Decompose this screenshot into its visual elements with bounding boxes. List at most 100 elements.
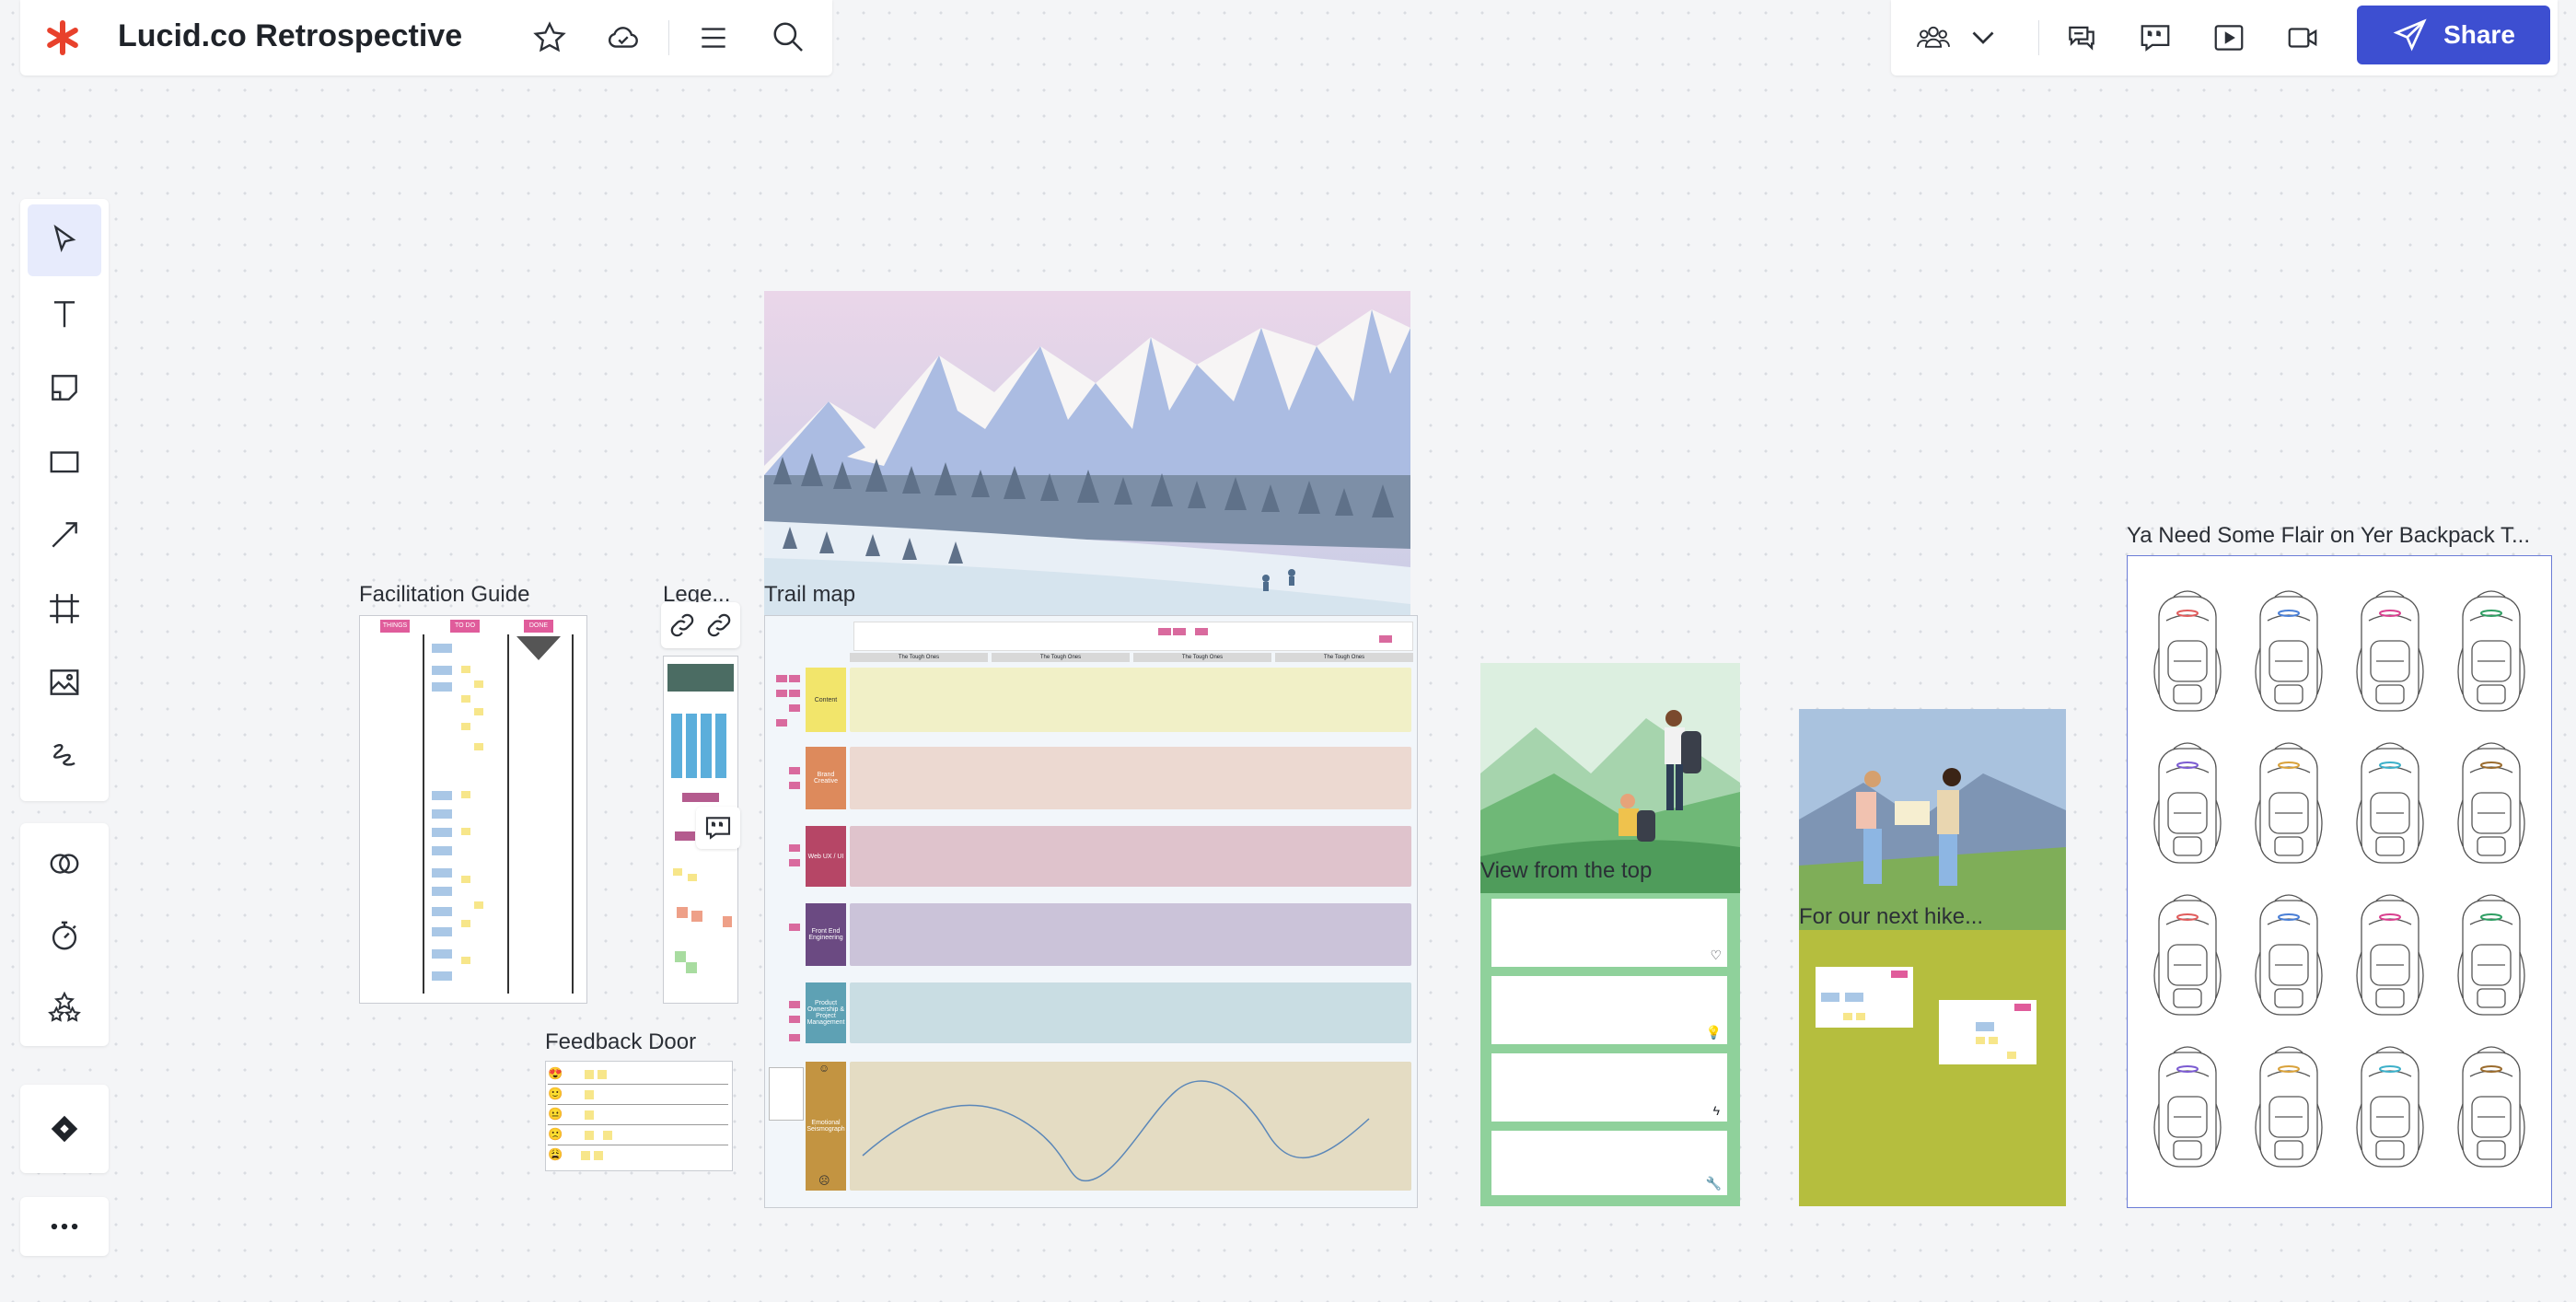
- menu-icon[interactable]: [692, 17, 735, 59]
- collaboration-tool[interactable]: [28, 829, 101, 899]
- column-header: The Tough Ones: [1275, 653, 1413, 662]
- cloud-saved-icon[interactable]: [602, 17, 644, 59]
- mountain-landscape-image[interactable]: [764, 291, 1410, 617]
- feedback-door-label[interactable]: Feedback Door: [545, 1029, 748, 1055]
- link-icon: [670, 613, 694, 637]
- side-stickies: [776, 675, 802, 1062]
- next-hike-frame[interactable]: For our next hike...: [1799, 709, 2066, 1206]
- backpack-icon[interactable]: [2247, 736, 2330, 877]
- timer-tool[interactable]: [28, 901, 101, 971]
- backpack-icon[interactable]: [2146, 1040, 2229, 1180]
- backpack-icon[interactable]: [2349, 584, 2431, 725]
- view-from-the-top-frame[interactable]: View from the top ♡ 💡 ϟ 🔧: [1480, 663, 1740, 1206]
- timer-icon: [52, 921, 77, 950]
- sticky-note-icon: [52, 375, 77, 401]
- column-headers: The Tough Ones The Tough Ones The Tough …: [850, 653, 1413, 662]
- emoji-neutral-icon: 😐: [548, 1107, 563, 1121]
- plan-card: [1816, 967, 1913, 1028]
- backpack-icon[interactable]: [2247, 584, 2330, 725]
- backpack-icon[interactable]: [2349, 1040, 2431, 1180]
- trail-map-frame[interactable]: The Tough Ones The Tough Ones The Tough …: [764, 615, 1418, 1208]
- feedback-row: 🙁: [548, 1126, 728, 1145]
- star-icon[interactable]: [528, 17, 571, 59]
- backpack-icon[interactable]: [2247, 888, 2330, 1029]
- backpack-icon[interactable]: [2247, 1040, 2330, 1180]
- next-hike-label[interactable]: For our next hike...: [1799, 904, 2066, 930]
- legend-grid: [671, 714, 730, 778]
- emoji-love-icon: 😍: [548, 1066, 563, 1080]
- backpack-icon[interactable]: [2450, 888, 2533, 1029]
- frame-tool[interactable]: [28, 573, 101, 645]
- feedback-door-frame[interactable]: 😍 🙂 😐 🙁 😩: [545, 1061, 733, 1171]
- column-divider: [507, 634, 509, 994]
- present-icon[interactable]: [2208, 17, 2250, 59]
- column-divider: [423, 634, 424, 994]
- quote-comment-icon: [705, 817, 731, 840]
- reactions-tool[interactable]: [28, 972, 101, 1042]
- task-stickies: [428, 644, 505, 994]
- flair-label[interactable]: Ya Need Some Flair on Yer Backpack T...: [2127, 523, 2550, 549]
- backpack-icon[interactable]: [2146, 888, 2229, 1029]
- sticky-note-tool[interactable]: [28, 352, 101, 424]
- wrench-icon: 🔧: [1705, 1176, 1722, 1191]
- backpack-grid: [2137, 584, 2542, 1192]
- done-arrow-icon: [516, 636, 561, 660]
- backpack-icon[interactable]: [2450, 1040, 2533, 1180]
- feedback-row: 😍: [548, 1065, 728, 1085]
- integrations-panel: [20, 1085, 109, 1173]
- comments-icon[interactable]: [2060, 17, 2103, 59]
- rectangle-tool[interactable]: [28, 425, 101, 497]
- backpack-icon[interactable]: [2146, 736, 2229, 877]
- more-panel: [20, 1197, 109, 1256]
- view-from-the-top-label[interactable]: View from the top: [1480, 858, 1740, 884]
- backpack-icon[interactable]: [2349, 888, 2431, 1029]
- column-header: The Tough Ones: [992, 653, 1130, 662]
- chevron-down-icon[interactable]: [1967, 20, 2000, 53]
- row-label-content: Content: [806, 668, 846, 732]
- backpack-icon[interactable]: [2146, 584, 2229, 725]
- card: ϟ: [1491, 1053, 1727, 1122]
- share-button[interactable]: Share: [2357, 6, 2550, 64]
- image-tool[interactable]: [28, 646, 101, 718]
- divider: [668, 20, 669, 55]
- column-header-done: DONE: [524, 620, 553, 633]
- quote-comment-chip[interactable]: [696, 807, 740, 849]
- text-tool[interactable]: [28, 278, 101, 350]
- integrations-button[interactable]: [28, 1092, 101, 1166]
- select-tool[interactable]: [28, 204, 101, 276]
- facilitation-guide-frame[interactable]: THINGS TO DO DONE: [359, 615, 587, 1004]
- facilitation-guide-label[interactable]: Facilitation Guide: [359, 582, 562, 608]
- row-label-web-ux: Web UX / UI: [806, 826, 846, 887]
- video-call-icon[interactable]: [2281, 17, 2324, 59]
- heart-chat-icon: ♡: [1710, 947, 1722, 962]
- more-button[interactable]: [28, 1201, 101, 1252]
- backpack-icon[interactable]: [2450, 584, 2533, 725]
- line-tool[interactable]: [28, 499, 101, 571]
- feedback-row: 🙂: [548, 1086, 728, 1105]
- column-header: The Tough Ones: [850, 653, 988, 662]
- link-chip[interactable]: [661, 602, 740, 648]
- freehand-tool[interactable]: [28, 720, 101, 792]
- row-band-brand-creative: [850, 747, 1411, 809]
- quote-comment-icon[interactable]: [2134, 17, 2176, 59]
- flair-frame[interactable]: [2127, 555, 2552, 1208]
- trail-map-label[interactable]: Trail map: [764, 582, 948, 608]
- trail-map-legend-strip: [853, 622, 1413, 651]
- lucid-logo-icon[interactable]: [42, 17, 83, 58]
- search-icon[interactable]: [766, 15, 810, 59]
- emoji-smile-icon: 🙂: [548, 1087, 563, 1100]
- collaboration-icon: [50, 854, 79, 874]
- row-band-front-end: [850, 903, 1411, 966]
- rectangle-icon: [50, 451, 79, 473]
- divider: [2038, 20, 2039, 55]
- backpack-icon[interactable]: [2450, 736, 2533, 877]
- card: ♡: [1491, 899, 1727, 967]
- lightning-icon: ϟ: [1712, 1103, 1720, 1118]
- select-icon: [53, 224, 76, 252]
- document-title[interactable]: Lucid.co Retrospective: [118, 18, 462, 54]
- feedback-row: 😐: [548, 1106, 728, 1125]
- emoji-tired-icon: 😩: [548, 1147, 563, 1161]
- lightbulb-icon: 💡: [1705, 1025, 1722, 1040]
- backpack-icon[interactable]: [2349, 736, 2431, 877]
- collaborators-icon[interactable]: [1909, 15, 1957, 59]
